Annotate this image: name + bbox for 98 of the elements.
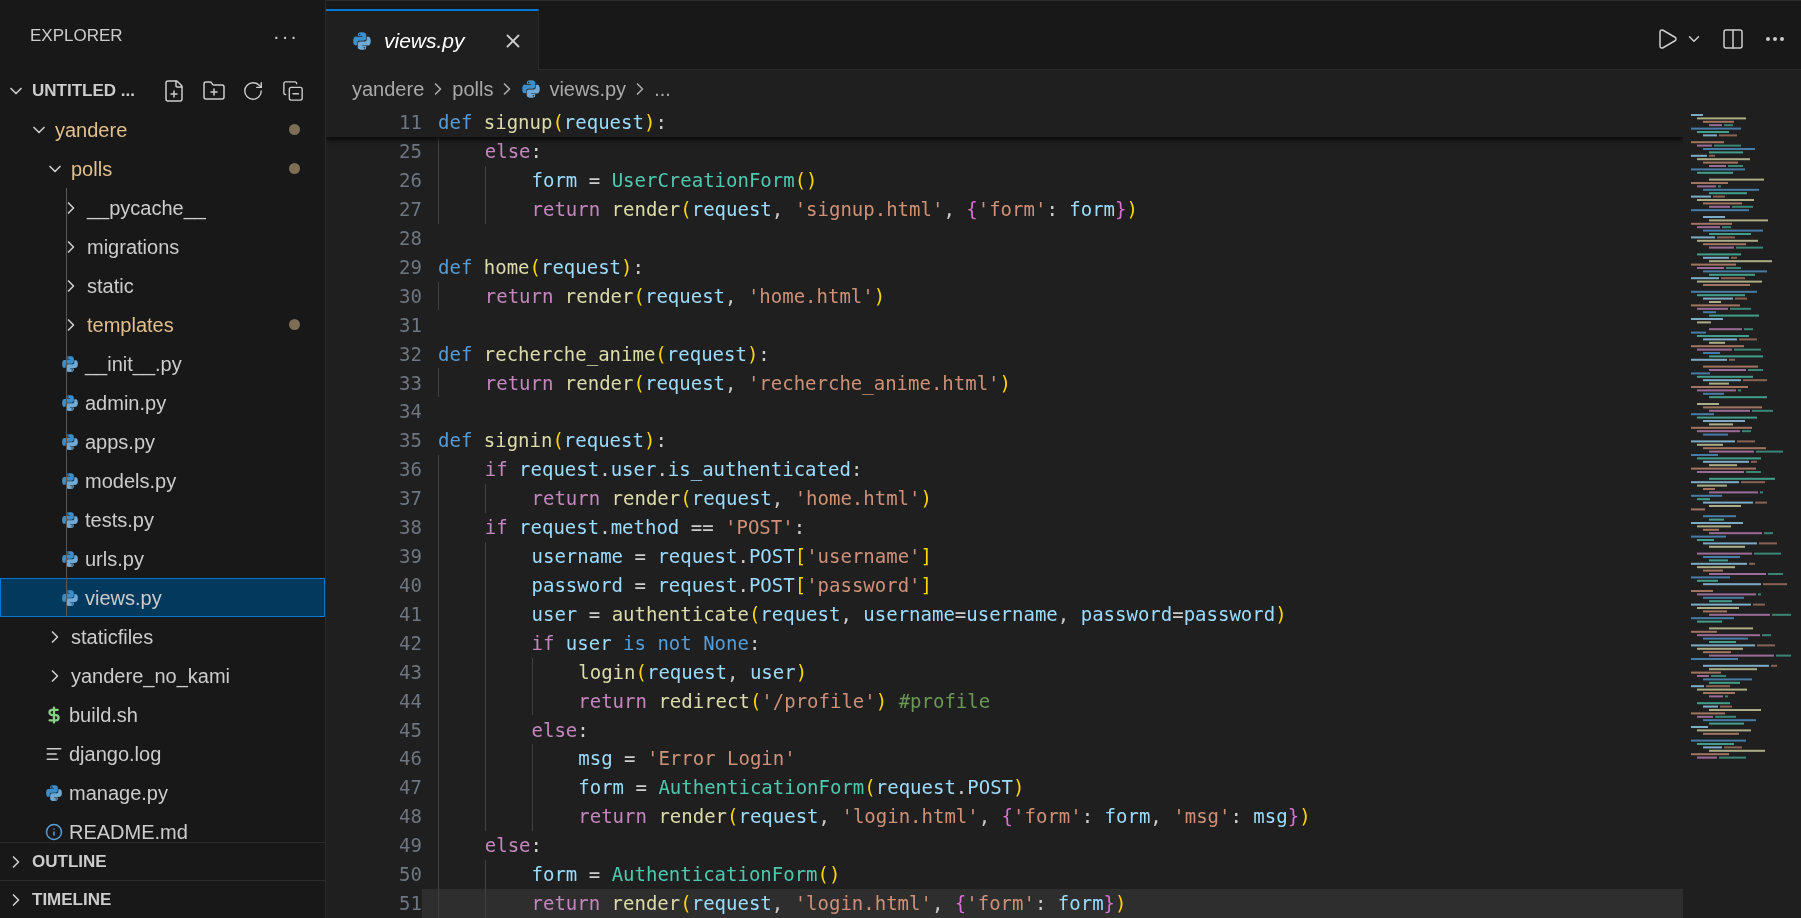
code-line: else: <box>422 715 1683 745</box>
file-item[interactable]: models.py <box>0 461 325 500</box>
file-type-icon <box>45 783 63 802</box>
new-folder-icon[interactable] <box>202 79 226 103</box>
sidebar-title: EXPLORER <box>30 25 123 48</box>
folder-item[interactable]: migrations <box>0 227 325 266</box>
code-line: return redirect('/profile') #profile <box>422 686 1683 716</box>
code-line: msg = 'Error Login' <box>422 744 1683 774</box>
more-actions-button[interactable]: ··· <box>273 21 299 51</box>
panel-header[interactable]: OUTLINE <box>0 842 325 880</box>
line-number: 26 <box>398 168 422 194</box>
breadcrumb-item[interactable]: yandere <box>352 74 425 104</box>
line-number: 51 <box>398 891 422 917</box>
code-line: if request.user.is_authenticated: <box>422 455 1683 484</box>
line-number: 31 <box>398 312 422 338</box>
folder-item[interactable]: templates <box>0 305 325 344</box>
file-type-icon <box>521 79 542 99</box>
file-item[interactable]: build.sh <box>0 695 325 734</box>
file-type-icon <box>61 432 79 451</box>
code-line: def home(request): <box>437 254 645 280</box>
line-number: 27 <box>398 196 422 222</box>
code-line: if request.method == 'POST': <box>422 512 1683 542</box>
code-line: return render(request, 'recherche_anime.html') <box>422 368 1683 398</box>
code-line: username = request.POST['username'] <box>422 541 1683 571</box>
code-line: form = UserCreationForm() <box>422 165 1683 195</box>
breadcrumb-item[interactable]: polls <box>452 74 494 104</box>
line-number: 41 <box>398 601 422 627</box>
file-item[interactable]: manage.py <box>0 773 325 812</box>
line-number: 35 <box>398 428 422 454</box>
line-number: 49 <box>398 833 422 859</box>
code-line: login(request, user) <box>422 657 1683 687</box>
folder-item[interactable]: yandere_no_kami <box>0 656 325 695</box>
panel-header[interactable]: TIMELINE <box>0 880 325 918</box>
file-type-icon <box>61 471 79 490</box>
file-item[interactable]: django.log <box>0 734 325 773</box>
file-type-icon <box>61 354 79 373</box>
line-number: 43 <box>398 659 422 685</box>
refresh-icon[interactable] <box>242 80 264 102</box>
file-type-icon <box>61 549 79 568</box>
code-line: return render(request, 'home.html') <box>422 281 1683 311</box>
line-number: 39 <box>398 544 422 570</box>
editor-tab[interactable]: views.py <box>326 9 539 70</box>
new-file-icon[interactable] <box>162 79 186 103</box>
file-item[interactable]: apps.py <box>0 422 325 461</box>
file-item[interactable]: __init__.py <box>0 344 325 383</box>
file-type-icon <box>61 393 79 412</box>
line-number: 40 <box>398 572 422 598</box>
code-line: return render(request, 'login.html', {'form': form, 'msg': msg}) <box>422 802 1683 832</box>
file-item[interactable]: tests.py <box>0 500 325 539</box>
code-line: def recherche_anime(request): <box>437 341 771 368</box>
folder-item[interactable]: static <box>0 266 325 305</box>
line-number: 36 <box>398 457 422 483</box>
dollar-icon <box>45 705 63 724</box>
breadcrumb-item[interactable]: ... <box>654 74 671 104</box>
code-line: if user is not None: <box>422 628 1683 658</box>
line-number: 29 <box>398 254 422 280</box>
line-number: 34 <box>398 399 422 425</box>
split-editor-icon[interactable] <box>1721 26 1745 51</box>
line-number: 33 <box>398 370 422 396</box>
code-line: else: <box>422 136 1683 166</box>
workspace-header[interactable]: UNTITLED ... <box>0 72 325 110</box>
code-line: password = request.POST['password'] <box>422 570 1683 600</box>
file-type-icon <box>352 30 372 51</box>
code-line: user = authenticate(request, username=username, password=password) <box>422 599 1683 629</box>
folder-item[interactable]: __pycache__ <box>0 188 325 227</box>
collapse-all-icon[interactable] <box>282 80 304 102</box>
code-line: else: <box>422 831 1683 860</box>
line-number: 11 <box>398 110 422 136</box>
file-type-icon <box>61 588 79 607</box>
code-line: form = AuthenticationForm() <box>422 859 1683 889</box>
line-number: 48 <box>398 804 422 830</box>
file-item[interactable]: README.md <box>0 812 325 842</box>
line-number: 38 <box>398 515 422 541</box>
code-line: def signin(request): <box>437 428 668 454</box>
file-item[interactable]: admin.py <box>0 383 325 422</box>
code-line: return render(request, 'signup.html', {'form': form}) <box>422 194 1683 224</box>
folder-item[interactable]: yandere <box>0 110 325 149</box>
info-icon <box>45 822 63 841</box>
file-item[interactable]: urls.py <box>0 539 325 578</box>
line-number: 25 <box>398 139 422 165</box>
line-number: 47 <box>398 775 422 801</box>
breadcrumb-item[interactable]: views.py <box>521 74 627 104</box>
code-line: return render(request, 'home.html') <box>422 484 1683 513</box>
code-line: form = AuthenticationForm(request.POST) <box>422 773 1683 803</box>
code-line: def signup(request): <box>437 110 668 136</box>
line-number: 32 <box>398 341 422 367</box>
line-number: 50 <box>398 862 422 888</box>
file-type-icon <box>61 510 79 529</box>
line-number: 28 <box>398 225 422 251</box>
line-number: 30 <box>398 283 422 309</box>
file-item[interactable]: views.py <box>0 578 325 617</box>
line-number: 45 <box>398 717 422 743</box>
line-number: 44 <box>398 688 422 714</box>
line-number: 46 <box>398 746 422 772</box>
folder-item[interactable]: polls <box>0 149 325 188</box>
line-number: 37 <box>398 486 422 512</box>
folder-item[interactable]: staticfiles <box>0 617 325 656</box>
line-number: 42 <box>398 630 422 656</box>
